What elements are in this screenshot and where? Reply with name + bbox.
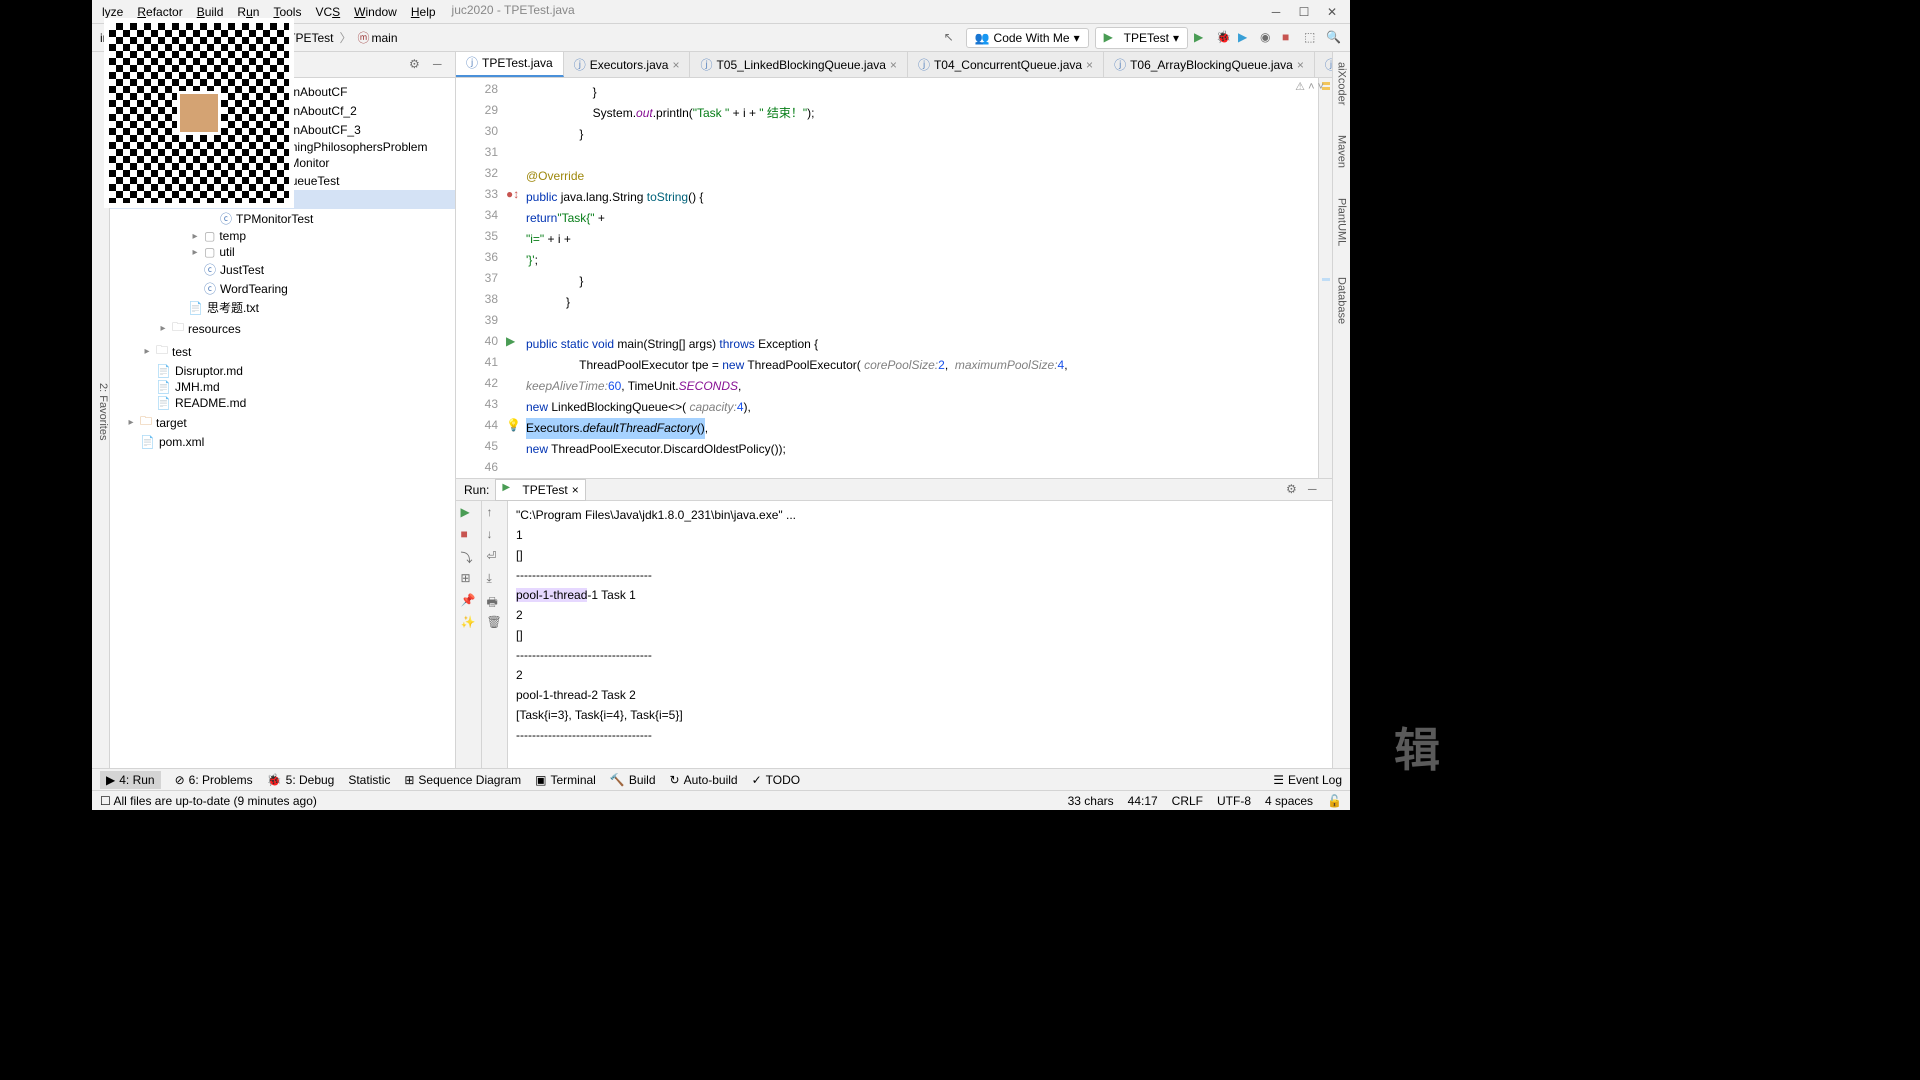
- maven-tab[interactable]: Maven: [1336, 135, 1348, 168]
- tree-item[interactable]: 📄README.md: [110, 395, 455, 411]
- console-output[interactable]: "C:\Program Files\Java\jdk1.8.0_231\bin\…: [508, 501, 1332, 768]
- editor-tab[interactable]: ⓙT07_01_PriorityQueue.ja×: [1315, 52, 1332, 77]
- debug-tab[interactable]: 🐞 5: Debug: [267, 773, 335, 787]
- tree-item[interactable]: 📄pom.xml: [110, 434, 455, 450]
- maximize-button[interactable]: ☐: [1298, 6, 1310, 18]
- plantuml-tab[interactable]: PlantUML: [1336, 198, 1348, 246]
- code-editor[interactable]: } System.out.println("Task " + i + " 结束！…: [526, 78, 1318, 478]
- qr-code-overlay: [104, 18, 294, 208]
- watermark: 辑: [1394, 714, 1440, 780]
- editor-tab[interactable]: ⓙT06_ArrayBlockingQueue.java×: [1104, 52, 1315, 77]
- terminal-tab[interactable]: ▣ Terminal: [535, 773, 596, 787]
- pin-icon[interactable]: 📌: [461, 593, 477, 609]
- tree-item[interactable]: 📄Disruptor.md: [110, 363, 455, 379]
- up-icon[interactable]: ↑: [487, 505, 503, 521]
- todo-tab[interactable]: ✓ TODO: [752, 773, 801, 787]
- status-bar: ☐ All files are up-to-date (9 minutes ag…: [92, 790, 1350, 810]
- indent[interactable]: 4 spaces: [1265, 794, 1313, 808]
- gear-icon[interactable]: ⚙: [1286, 482, 1302, 498]
- menu-help[interactable]: Help: [405, 3, 442, 21]
- crumb-3[interactable]: main: [372, 31, 398, 45]
- editor-tabs: ⓙTPETest.javaⓙExecutors.java×ⓙT05_Linked…: [456, 52, 1332, 78]
- scroll-icon[interactable]: ⤓: [487, 571, 503, 587]
- crumb-2[interactable]: TPETest: [288, 31, 333, 45]
- run-icon[interactable]: ▶: [1194, 30, 1210, 46]
- tree-item[interactable]: ▸🗀target: [110, 411, 455, 434]
- lock-icon[interactable]: 🔓: [1327, 794, 1342, 808]
- database-tab[interactable]: Database: [1336, 277, 1348, 324]
- run-tab-label: TPETest: [522, 483, 567, 497]
- editor-tab[interactable]: ⓙT04_ConcurrentQueue.java×: [908, 52, 1104, 77]
- run-tab[interactable]: ▶ TPETest ×: [495, 479, 585, 501]
- avatar: [177, 91, 221, 135]
- down-icon[interactable]: ↓: [487, 527, 503, 543]
- stop-icon[interactable]: ■: [1282, 30, 1298, 46]
- event-log[interactable]: ☰ Event Log: [1273, 773, 1342, 787]
- editor-tab[interactable]: ⓙT05_LinkedBlockingQueue.java×: [690, 52, 907, 77]
- search-icon[interactable]: 🔍: [1326, 30, 1342, 46]
- layout-icon[interactable]: ⊞: [461, 571, 477, 587]
- editor-tab[interactable]: ⓙExecutors.java×: [564, 52, 691, 77]
- app-icon: ▶: [1104, 30, 1120, 46]
- trash-icon[interactable]: 🗑: [487, 615, 503, 631]
- profile-icon[interactable]: ◉: [1260, 30, 1276, 46]
- run-label: Run:: [464, 483, 489, 497]
- menu-vcs[interactable]: VCS: [309, 3, 346, 21]
- menu-window[interactable]: Window: [348, 3, 403, 21]
- tree-item[interactable]: ▸▢temp: [110, 228, 455, 244]
- tree-item[interactable]: 📄JMH.md: [110, 379, 455, 395]
- inspection-widget[interactable]: ⚠ ˄ ˅: [1295, 80, 1324, 93]
- run-tool-tab[interactable]: ▶ 4: Run: [100, 771, 161, 789]
- code-with-me-button[interactable]: 👥 Code With Me ▾: [966, 28, 1089, 48]
- run-config-selector[interactable]: ▶ TPETest ▾: [1095, 27, 1188, 49]
- minimize-button[interactable]: ─: [1270, 6, 1282, 18]
- window-title: juc2020 - TPETest.java: [452, 3, 575, 21]
- line-sep[interactable]: CRLF: [1172, 794, 1203, 808]
- sequence-tab[interactable]: ⊞ Sequence Diagram: [404, 773, 521, 787]
- problems-tab[interactable]: ⊘ 6: Problems: [175, 773, 253, 787]
- right-sidebar: aiXcoder Maven PlantUML Database: [1332, 52, 1350, 768]
- bottom-toolbar: ▶ 4: Run ⊘ 6: Problems 🐞 5: Debug Statis…: [92, 768, 1350, 790]
- run-config-label: TPETest: [1124, 31, 1169, 45]
- build-tab[interactable]: 🔨 Build: [610, 773, 656, 787]
- debug-icon[interactable]: 🐞: [1216, 30, 1232, 46]
- stop-icon[interactable]: ■: [461, 527, 477, 543]
- people-icon: 👥: [975, 31, 990, 45]
- tree-item[interactable]: ▸🗀resources: [110, 317, 455, 340]
- print-icon[interactable]: 🖶: [487, 593, 503, 609]
- error-stripe[interactable]: [1318, 78, 1332, 478]
- close-tab-icon[interactable]: ×: [572, 483, 579, 497]
- back-icon[interactable]: ↖: [944, 30, 960, 46]
- caret-pos[interactable]: 44:17: [1128, 794, 1158, 808]
- tree-item[interactable]: ▸🗀test: [110, 340, 455, 363]
- autobuild-tab[interactable]: ↻ Auto-build: [670, 773, 738, 787]
- app-icon: ▶: [502, 482, 518, 498]
- hide-icon[interactable]: ─: [433, 57, 449, 73]
- run-tool-window: Run: ▶ TPETest × ⚙ ─ ▶ ■ ⤵ ⊞: [456, 478, 1332, 768]
- chevron-down-icon: ▾: [1173, 31, 1179, 45]
- tree-item[interactable]: ⓒTPMonitorTest: [110, 209, 455, 228]
- selection-info: 33 chars: [1068, 794, 1114, 808]
- gear-icon[interactable]: ⚙: [409, 57, 425, 73]
- tree-item[interactable]: ⓒJustTest: [110, 260, 455, 279]
- hide-icon[interactable]: ─: [1308, 482, 1324, 498]
- encoding[interactable]: UTF-8: [1217, 794, 1251, 808]
- cwm-label: Code With Me: [994, 31, 1070, 45]
- tree-item[interactable]: ⓒWordTearing: [110, 279, 455, 298]
- aixcoder-tab[interactable]: aiXcoder: [1336, 62, 1348, 105]
- favorites-tab[interactable]: 2: Favorites: [97, 383, 109, 440]
- vcs-icon[interactable]: ⬚: [1304, 30, 1320, 46]
- editor-tab[interactable]: ⓙTPETest.java: [456, 52, 564, 77]
- wrap-icon[interactable]: ⏎: [487, 549, 503, 565]
- rerun-icon[interactable]: ▶: [461, 505, 477, 521]
- tree-item[interactable]: ▸▢util: [110, 244, 455, 260]
- wand-icon[interactable]: ✨: [461, 615, 477, 631]
- exit-icon[interactable]: ⤵: [461, 549, 477, 565]
- tree-item[interactable]: 📄思考题.txt: [110, 298, 455, 317]
- chevron-down-icon: ▾: [1074, 31, 1080, 45]
- status-message: ☐ All files are up-to-date (9 minutes ag…: [100, 794, 317, 808]
- coverage-icon[interactable]: ▶: [1238, 30, 1254, 46]
- close-button[interactable]: ✕: [1326, 6, 1338, 18]
- statistic-tab[interactable]: Statistic: [348, 773, 390, 787]
